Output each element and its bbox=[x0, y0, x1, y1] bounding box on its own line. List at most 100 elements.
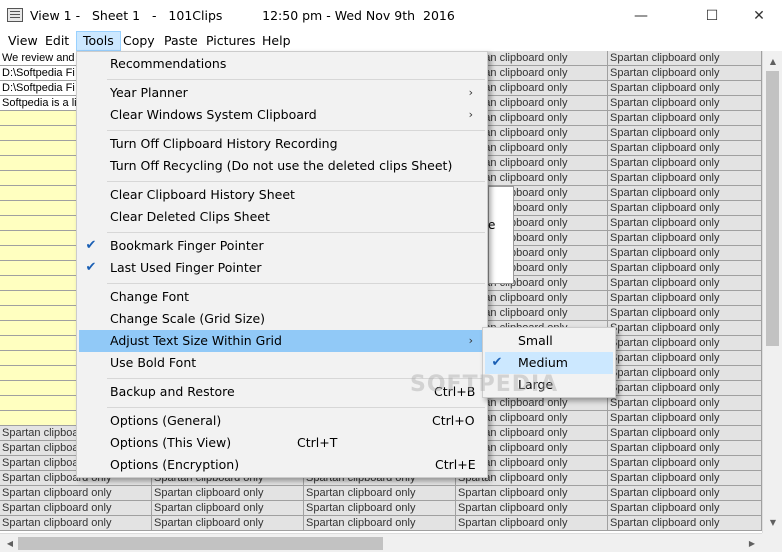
menu-copy[interactable]: Copy bbox=[117, 31, 161, 51]
menu-pictures[interactable]: Pictures bbox=[200, 31, 262, 51]
clip-cell[interactable]: Spartan clipboard only bbox=[608, 111, 762, 126]
partial-clip-text: e bbox=[488, 218, 496, 232]
menu-item-bookmark-pointer[interactable]: ✔ Bookmark Finger Pointer bbox=[79, 235, 485, 257]
clip-cell[interactable]: Spartan clipboard only bbox=[0, 516, 152, 531]
submenu-item-small[interactable]: Small bbox=[485, 330, 613, 352]
menu-paste[interactable]: Paste bbox=[158, 31, 204, 51]
menu-item-turn-off-history[interactable]: Turn Off Clipboard History Recording bbox=[79, 133, 485, 155]
menu-item-adjust-text-size[interactable]: Adjust Text Size Within Grid › bbox=[79, 330, 485, 352]
clip-cell[interactable]: Spartan clipboard only bbox=[152, 516, 304, 531]
menu-edit[interactable]: Edit bbox=[39, 31, 75, 51]
clip-cell[interactable]: Spartan clipboard only bbox=[608, 261, 762, 276]
maximize-icon: ☐ bbox=[705, 7, 719, 24]
menu-item-last-used-pointer[interactable]: ✔ Last Used Finger Pointer bbox=[79, 257, 485, 279]
clip-cell[interactable]: Spartan clipboard only bbox=[456, 486, 608, 501]
menu-item-clear-deleted-sheet[interactable]: Clear Deleted Clips Sheet bbox=[79, 206, 485, 228]
submenu-item-medium[interactable]: ✔ Medium bbox=[485, 352, 613, 374]
clip-cell[interactable]: Spartan clipboard only bbox=[608, 66, 762, 81]
maximize-button[interactable]: ☐ bbox=[689, 0, 735, 31]
clip-cell[interactable]: Spartan clipboard only bbox=[608, 441, 762, 456]
menu-item-label: Recommendations bbox=[110, 56, 227, 71]
clip-cell[interactable]: Spartan clipboard only bbox=[608, 156, 762, 171]
clip-cell[interactable]: Spartan clipboard only bbox=[608, 351, 762, 366]
clip-cell[interactable]: Spartan clipboard only bbox=[608, 456, 762, 471]
clip-cell[interactable]: Spartan clipboard only bbox=[608, 471, 762, 486]
clip-cell[interactable]: Spartan clipboard only bbox=[608, 216, 762, 231]
clip-cell[interactable]: Spartan clipboard only bbox=[608, 396, 762, 411]
vertical-scrollbar[interactable]: ▲ ▼ bbox=[762, 51, 782, 533]
clip-cell[interactable]: Spartan clipboard only bbox=[608, 336, 762, 351]
scroll-down-icon[interactable]: ▼ bbox=[763, 514, 782, 531]
close-button[interactable]: ✕ bbox=[736, 0, 782, 31]
clip-cell[interactable]: Spartan clipboard only bbox=[608, 201, 762, 216]
menu-item-label: Use Bold Font bbox=[110, 355, 197, 370]
menu-item-clear-history-sheet[interactable]: Clear Clipboard History Sheet bbox=[79, 184, 485, 206]
clip-cell[interactable]: Spartan clipboard only bbox=[608, 291, 762, 306]
app-icon[interactable] bbox=[7, 8, 23, 22]
menu-help[interactable]: Help bbox=[256, 31, 297, 51]
menu-item-change-scale[interactable]: Change Scale (Grid Size) bbox=[79, 308, 485, 330]
title-bar: View 1 - Sheet 1 - 101Clips 12:50 pm - W… bbox=[0, 0, 782, 31]
submenu-item-label: Medium bbox=[518, 355, 568, 370]
clip-cell[interactable]: Spartan clipboard only bbox=[608, 426, 762, 441]
clip-cell[interactable]: Spartan clipboard only bbox=[608, 231, 762, 246]
scroll-up-icon[interactable]: ▲ bbox=[763, 53, 782, 70]
menu-item-label: Turn Off Clipboard History Recording bbox=[110, 136, 338, 151]
clip-cell[interactable]: Spartan clipboard only bbox=[608, 126, 762, 141]
menu-view[interactable]: View bbox=[2, 31, 44, 51]
menu-item-use-bold-font[interactable]: Use Bold Font bbox=[79, 352, 485, 374]
clip-cell[interactable]: Spartan clipboard only bbox=[608, 51, 762, 66]
scrollbar-corner bbox=[762, 533, 782, 552]
menu-item-options-view[interactable]: Options (This View) Ctrl+T bbox=[79, 432, 485, 454]
clip-cell[interactable]: Spartan clipboard only bbox=[304, 501, 456, 516]
menu-item-options-general[interactable]: Options (General) Ctrl+O bbox=[79, 410, 485, 432]
clip-cell[interactable]: Spartan clipboard only bbox=[608, 171, 762, 186]
clip-cell[interactable]: Spartan clipboard only bbox=[608, 516, 762, 531]
menu-tools[interactable]: Tools bbox=[76, 31, 121, 51]
minimize-button[interactable]: — bbox=[618, 0, 664, 31]
clip-cell[interactable]: Spartan clipboard only bbox=[0, 486, 152, 501]
clip-cell[interactable]: Spartan clipboard only bbox=[456, 516, 608, 531]
menu-item-change-font[interactable]: Change Font bbox=[79, 286, 485, 308]
menu-item-clear-system-clipboard[interactable]: Clear Windows System Clipboard › bbox=[79, 104, 485, 126]
table-row: Spartan clipboard onlySpartan clipboard … bbox=[0, 486, 762, 501]
clip-cell[interactable]: Spartan clipboard only bbox=[608, 276, 762, 291]
menu-item-recommendations[interactable]: Recommendations bbox=[79, 53, 485, 75]
clip-cell[interactable]: Spartan clipboard only bbox=[456, 501, 608, 516]
watermark: SOFTPEDIA bbox=[410, 372, 559, 397]
clip-cell[interactable]: Spartan clipboard only bbox=[608, 486, 762, 501]
partial-clip-cell[interactable]: e bbox=[488, 186, 514, 284]
clip-cell[interactable]: Spartan clipboard only bbox=[304, 486, 456, 501]
clip-cell[interactable]: Spartan clipboard only bbox=[608, 321, 762, 336]
menu-item-turn-off-recycling[interactable]: Turn Off Recycling (Do not use the delet… bbox=[79, 155, 485, 177]
clip-cell[interactable]: Spartan clipboard only bbox=[152, 486, 304, 501]
clip-cell[interactable]: Spartan clipboard only bbox=[608, 96, 762, 111]
clip-cell[interactable]: Spartan clipboard only bbox=[608, 81, 762, 96]
clip-cell[interactable]: Spartan clipboard only bbox=[608, 186, 762, 201]
horizontal-scrollbar[interactable]: ◀ ▶ bbox=[0, 533, 762, 552]
check-icon: ✔ bbox=[491, 355, 503, 370]
clip-cell[interactable]: Spartan clipboard only bbox=[0, 501, 152, 516]
clip-cell[interactable]: Spartan clipboard only bbox=[152, 501, 304, 516]
clip-cell[interactable]: Spartan clipboard only bbox=[608, 306, 762, 321]
scroll-right-icon[interactable]: ▶ bbox=[742, 535, 762, 552]
menu-separator bbox=[107, 232, 485, 233]
clip-cell[interactable]: Spartan clipboard only bbox=[608, 366, 762, 381]
menu-item-label: Change Scale (Grid Size) bbox=[110, 311, 266, 326]
clip-cell[interactable]: Spartan clipboard only bbox=[304, 516, 456, 531]
clip-cell[interactable]: Spartan clipboard only bbox=[608, 501, 762, 516]
clip-cell[interactable]: Spartan clipboard only bbox=[608, 246, 762, 261]
clip-cell[interactable]: Spartan clipboard only bbox=[608, 411, 762, 426]
submenu-arrow-icon: › bbox=[468, 334, 473, 347]
menu-item-options-encryption[interactable]: Options (Encryption) Ctrl+E bbox=[79, 454, 485, 476]
table-row: Spartan clipboard onlySpartan clipboard … bbox=[0, 516, 762, 531]
menu-item-label: Options (This View) bbox=[110, 435, 232, 450]
horizontal-scroll-thumb[interactable] bbox=[18, 537, 383, 550]
menu-item-year-planner[interactable]: Year Planner › bbox=[79, 82, 485, 104]
menu-bar: View Edit Tools Copy Paste Pictures Help bbox=[0, 31, 782, 51]
clip-cell[interactable]: Spartan clipboard only bbox=[608, 141, 762, 156]
clip-cell[interactable]: Spartan clipboard only bbox=[608, 381, 762, 396]
submenu-item-label: Small bbox=[518, 333, 553, 348]
scroll-left-icon[interactable]: ◀ bbox=[0, 535, 20, 552]
vertical-scroll-thumb[interactable] bbox=[766, 71, 779, 346]
